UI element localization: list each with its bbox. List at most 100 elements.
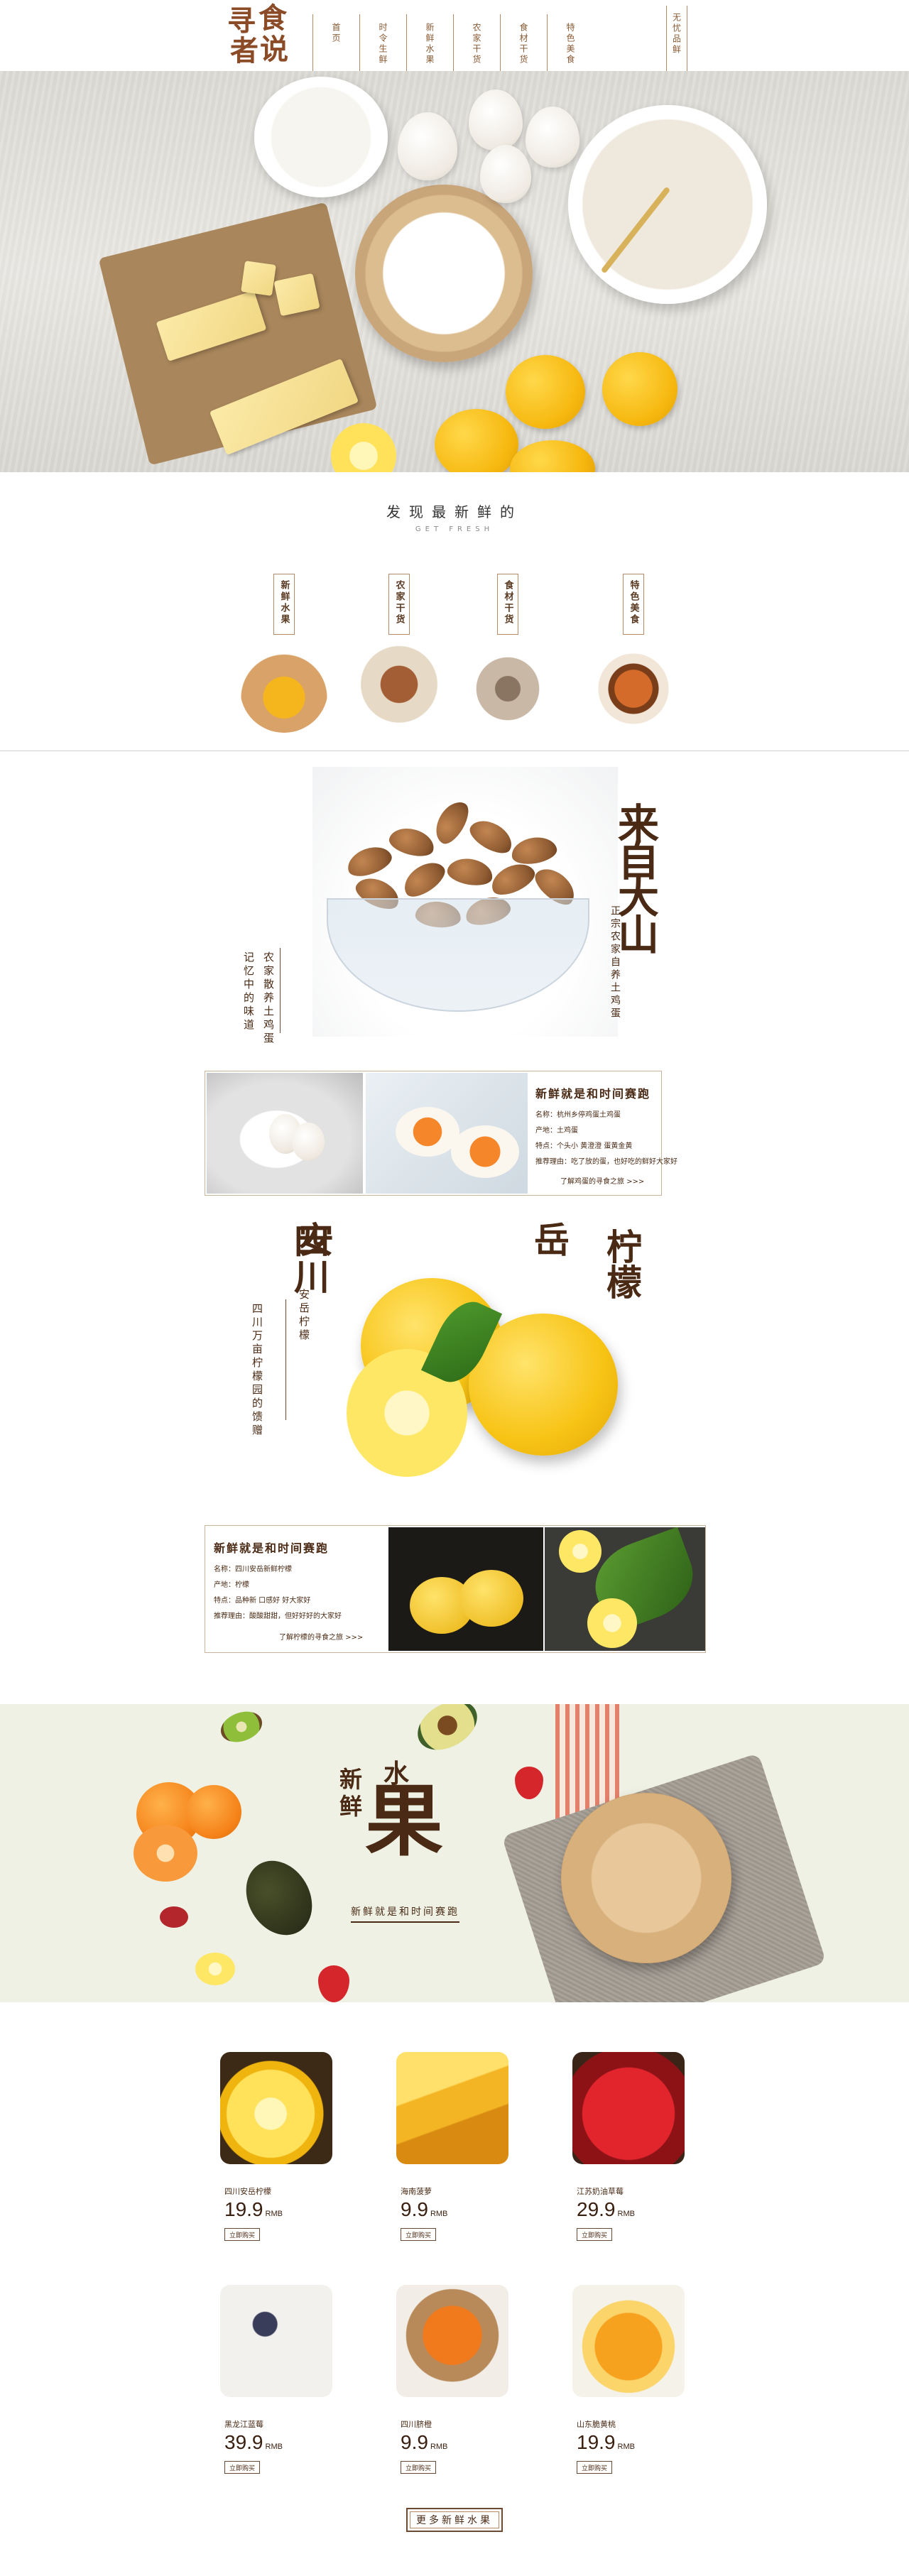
lemon-card-line: 名称：四川安岳新鲜柠檬 — [214, 1566, 292, 1573]
lemon-big-sichuan: 四川 — [288, 1223, 330, 1294]
product-image-strawberry[interactable] — [572, 2052, 685, 2164]
lemon — [602, 352, 677, 426]
product-card: 海南菠萝 9.9 RMB 立即购买 — [396, 2052, 510, 2244]
nav-item-worry-free[interactable]: 无忧品鲜 — [666, 6, 687, 71]
product-card: 四川安岳柠檬 19.9 RMB 立即购买 — [220, 2052, 334, 2244]
buy-now-button[interactable]: 立即购买 — [224, 2228, 260, 2241]
lemon-card-line: 特点：品种新 口感好 好大家好 — [214, 1597, 311, 1605]
product-price: 29.9 RMB — [577, 2198, 635, 2220]
lemon-card-title: 新鲜就是和时间赛跑 — [214, 1541, 330, 1555]
avocado-half — [409, 1704, 486, 1760]
vertical-rule — [285, 1299, 286, 1420]
egg-card-line: 名称：杭州乡停鸡蛋土鸡蛋 — [535, 1111, 621, 1119]
fresh-fruit-banner: 新 鲜 水 果 新鲜就是和时间赛跑 — [0, 1704, 909, 2002]
product-card: 四川脐橙 9.9 RMB 立即购买 — [396, 2285, 510, 2477]
fresh-title: 发现最新鲜的 — [386, 503, 523, 520]
strawberry — [515, 1767, 543, 1799]
buy-now-button[interactable]: 立即购买 — [224, 2461, 260, 2474]
nav-item-fruit[interactable]: 新鲜水果 — [406, 14, 453, 71]
egg-card-line: 产地：土鸡蛋 — [535, 1127, 578, 1135]
egg-card-line: 特点：个头小 黄澄澄 蛋黄金黄 — [535, 1142, 633, 1150]
egg-card-more-link[interactable]: 了解鸡蛋的寻食之旅 >>> — [560, 1175, 644, 1186]
lemon-slice — [195, 1953, 235, 1985]
buy-now-button[interactable]: 立即购买 — [577, 2461, 612, 2474]
product-image-orange[interactable] — [396, 2285, 508, 2397]
lemon-dark-photo — [388, 1527, 543, 1651]
cranberries — [160, 1906, 188, 1928]
dish-bowl-image[interactable] — [589, 645, 677, 733]
banner-char-xian: 鲜 — [339, 1793, 363, 1820]
product-image-pineapple[interactable] — [396, 2052, 508, 2164]
lemon-card-line: 推荐理由：酸酸甜甜，但好好好的大家好 — [214, 1612, 342, 1620]
hero-banner — [0, 71, 909, 472]
nav-item-seasonal[interactable]: 时令生鲜 — [359, 14, 406, 71]
logo-char: 食 — [258, 1, 287, 35]
top-header: 寻 食 者 说 首页 时令生鲜 新鲜水果 农家干货 食材干货 特色美食 无忧品鲜 — [0, 0, 909, 71]
egg — [480, 145, 531, 203]
peeled-tangerine — [134, 1825, 197, 1882]
fresh-subtitle: GET FRESH — [415, 525, 494, 533]
lemon-info-card: 新鲜就是和时间赛跑 名称：四川安岳新鲜柠檬 产地：柠檬 特点：品种新 口感好 好… — [205, 1525, 706, 1653]
banner-char-xin: 新 — [339, 1766, 363, 1793]
logo-char: 者 — [230, 34, 258, 67]
egg — [398, 112, 457, 180]
product-card: 江苏奶油草莓 29.9 RMB 立即购买 — [572, 2052, 686, 2244]
more-fruit-button[interactable]: 更多新鲜水果 — [406, 2508, 503, 2532]
category-farm-dry: 农家干货 — [353, 574, 445, 744]
almond-subtitle-left-2: 记忆中的味道 — [242, 951, 255, 1032]
salted-egg-photo — [366, 1073, 528, 1194]
category-tag[interactable]: 新鲜水果 — [273, 574, 295, 635]
vertical-rule — [280, 948, 281, 1033]
nav-item-farm-dry[interactable]: 农家干货 — [453, 14, 500, 71]
nav-item-specialty[interactable]: 特色美食 — [547, 14, 594, 71]
lemon — [435, 409, 518, 472]
buy-now-button[interactable]: 立即购买 — [401, 2228, 436, 2241]
almond-subtitle-right: 正宗农家自养土鸡蛋 — [609, 905, 621, 1020]
product-name: 山东脆黄桃 — [577, 2420, 616, 2429]
nav-item-home[interactable]: 首页 — [312, 14, 359, 71]
product-image-peach[interactable] — [572, 2285, 685, 2397]
site-logo[interactable]: 寻 食 者 说 — [226, 4, 294, 70]
product-name: 四川安岳柠檬 — [224, 2187, 271, 2196]
nav-item-ingredients[interactable]: 食材干货 — [500, 14, 547, 71]
logo-char: 寻 — [227, 4, 256, 38]
product-name: 四川脐橙 — [401, 2420, 432, 2429]
mushroom-image[interactable] — [464, 645, 552, 733]
lemon-big-yue: 岳 — [534, 1219, 570, 1261]
egg-card-title: 新鲜就是和时间赛跑 — [535, 1087, 651, 1101]
category-tag[interactable]: 特色美食 — [623, 574, 644, 635]
product-price: 39.9 RMB — [224, 2431, 283, 2453]
category-tag[interactable]: 农家干货 — [388, 574, 410, 635]
lemon-subtitle-2: 四川万亩柠檬园的馈赠 — [251, 1303, 263, 1438]
nuts-jar-image[interactable] — [355, 645, 443, 733]
product-card: 山东脆黄桃 19.9 RMB 立即购买 — [572, 2285, 686, 2477]
kiwi-slice — [216, 1705, 267, 1748]
buy-now-button[interactable]: 立即购买 — [577, 2228, 612, 2241]
category-fruit: 新鲜水果 — [238, 574, 330, 744]
lemon-card-more-link[interactable]: 了解柠檬的寻食之旅 >>> — [279, 1631, 363, 1642]
banner-tagline: 新鲜就是和时间赛跑 — [351, 1904, 459, 1923]
lemon — [506, 355, 585, 429]
egg-bowl-photo — [207, 1073, 363, 1194]
lemon-big-ningmeng: 柠檬 — [601, 1228, 643, 1299]
orange — [186, 1785, 241, 1839]
product-image-lemon[interactable] — [220, 2052, 332, 2164]
category-ingredients: 食材干货 — [462, 574, 554, 744]
sugar-bowl — [355, 185, 533, 362]
product-price: 19.9 RMB — [577, 2431, 635, 2453]
product-name: 海南菠萝 — [401, 2187, 432, 2196]
fruit-bag-image[interactable] — [240, 645, 328, 733]
category-specialty: 特色美食 — [587, 574, 680, 744]
product-price: 9.9 RMB — [401, 2431, 448, 2453]
main-nav: 首页 时令生鲜 新鲜水果 农家干货 食材干货 特色美食 — [312, 14, 594, 71]
category-tag[interactable]: 食材干货 — [497, 574, 518, 635]
buy-now-button[interactable]: 立即购买 — [401, 2461, 436, 2474]
product-price: 19.9 RMB — [224, 2198, 283, 2220]
product-image-blueberry[interactable] — [220, 2285, 332, 2397]
egg-card-line: 推荐理由：吃了放的蛋，也好吃的鲜好大家好 — [535, 1158, 677, 1166]
egg — [469, 89, 523, 151]
egg — [526, 107, 579, 168]
strawberry — [318, 1965, 349, 2002]
product-price: 9.9 RMB — [401, 2198, 448, 2220]
page: 寻 食 者 说 首页 时令生鲜 新鲜水果 农家干货 食材干货 特色美食 无忧品鲜 — [0, 0, 909, 2576]
